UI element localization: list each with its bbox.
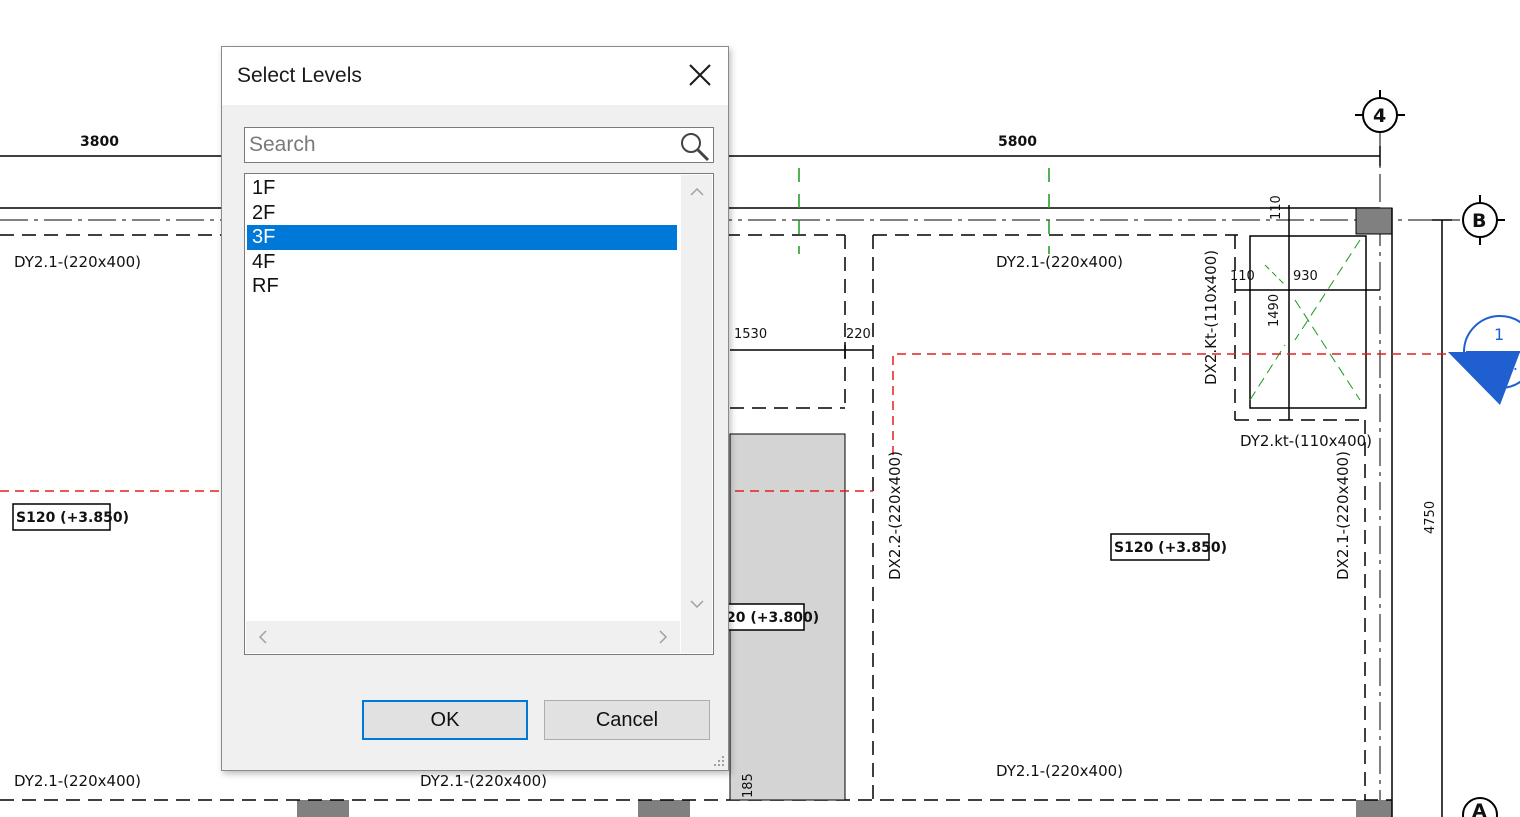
ok-button[interactable]: OK <box>362 700 528 740</box>
beam-label: DY2.kt-(110x400) <box>1240 432 1372 450</box>
dim-110-left: 110 <box>1230 269 1255 284</box>
grid-label-b: B <box>1472 210 1486 232</box>
scroll-left-button[interactable] <box>250 621 276 653</box>
chevron-down-icon <box>689 600 704 609</box>
horizontal-scrollbar[interactable] <box>246 621 680 653</box>
beam-label: DX2.Kt-(110x400) <box>1202 250 1220 385</box>
cancel-button[interactable]: Cancel <box>544 700 710 740</box>
level-item-2f[interactable]: 2F <box>247 201 677 226</box>
close-button[interactable] <box>680 57 720 93</box>
dim-110-top: 110 <box>1269 195 1284 220</box>
dim-220: 220 <box>846 327 871 342</box>
dim-930: 930 <box>1293 269 1318 284</box>
chevron-left-icon <box>258 630 267 644</box>
beam-label: DY2.1-(220x400) <box>420 772 547 790</box>
dim-1490: 1490 <box>1267 294 1282 327</box>
resize-grip-icon[interactable] <box>711 753 725 767</box>
beam-label: DY2.1-(220x400) <box>14 772 141 790</box>
dim-1530: 1530 <box>734 327 767 342</box>
beam-label: DY2.1-(220x400) <box>996 253 1123 271</box>
level-item-4f[interactable]: 4F <box>247 250 677 275</box>
select-levels-dialog: Select Levels 1F2F3F4FRF <box>221 46 729 771</box>
grid-label-a: A <box>1472 800 1487 817</box>
chevron-right-icon <box>659 630 668 644</box>
section-number: 1 <box>1494 325 1504 344</box>
slab-tag: S120 (+3.850) <box>16 510 129 526</box>
search-input[interactable] <box>249 130 669 160</box>
dim-3800: 3800 <box>80 134 119 150</box>
grid-label-4: 4 <box>1373 105 1386 127</box>
dialog-titlebar[interactable]: Select Levels <box>222 47 728 105</box>
dim-4750: 4750 <box>1423 501 1438 534</box>
beam-label: DY2.1-(220x400) <box>14 253 141 271</box>
level-item-1f[interactable]: 1F <box>247 176 677 201</box>
scroll-corner <box>681 621 712 653</box>
dim-5800: 5800 <box>998 134 1037 150</box>
beam-label: DX2.2-(220x400) <box>886 451 904 580</box>
search-icon[interactable] <box>677 129 711 163</box>
vertical-scrollbar[interactable] <box>681 175 712 621</box>
scroll-up-button[interactable] <box>681 179 712 205</box>
close-icon <box>689 64 711 86</box>
slab-tag: S120 (+3.850) <box>1114 540 1227 556</box>
scroll-down-button[interactable] <box>681 591 712 617</box>
level-item-3f[interactable]: 3F <box>247 225 677 250</box>
beam-label: DY2.1-(220x400) <box>996 762 1123 780</box>
section-sheet: KC-02. <box>1466 355 1518 374</box>
levels-list[interactable]: 1F 2F 3F 4F RF <box>244 173 714 655</box>
dialog-title: Select Levels <box>237 64 362 87</box>
beam-label: DX2.1-(220x400) <box>1334 451 1352 580</box>
chevron-up-icon <box>689 187 704 196</box>
search-box <box>244 127 714 163</box>
slab-tag: 20 (+3.800) <box>726 610 819 626</box>
level-item-rf[interactable]: RF <box>247 274 677 299</box>
dim-185: 185 <box>741 773 756 798</box>
levels-list-items: 1F 2F 3F 4F RF <box>247 176 677 299</box>
scroll-right-button[interactable] <box>650 621 676 653</box>
